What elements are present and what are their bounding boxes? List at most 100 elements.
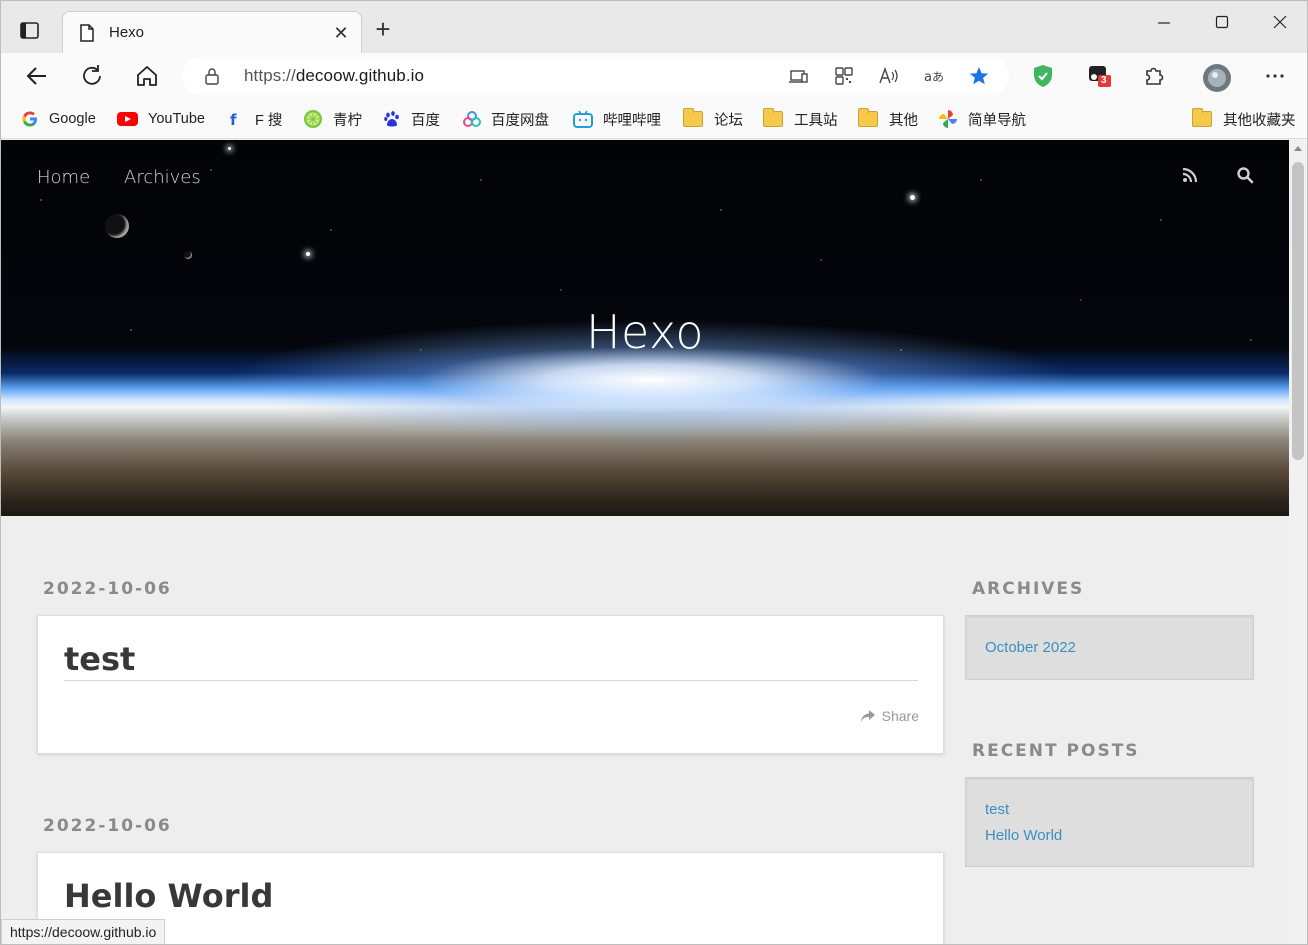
folder-icon: [858, 108, 878, 127]
site-title[interactable]: Hexo: [1, 305, 1289, 359]
folder-icon: [1192, 108, 1212, 127]
nav-home[interactable]: Home: [37, 167, 90, 188]
tab-title: Hexo: [109, 24, 145, 41]
bookmark-bilibili[interactable]: 哔哩哔哩: [573, 108, 661, 130]
extensions-puzzle-icon[interactable]: [1141, 63, 1167, 89]
bookmark-folder-other-favorites[interactable]: 其他收藏夹: [1192, 108, 1296, 130]
qr-code-icon[interactable]: [833, 66, 855, 86]
page-icon: [79, 24, 95, 42]
favorite-star-icon[interactable]: [968, 66, 990, 86]
tab-hexo[interactable]: Hexo ✕: [62, 11, 362, 53]
status-bar-url: https://decoow.github.io: [1, 919, 166, 944]
post-card: Hello World: [37, 852, 944, 944]
share-label: Share: [881, 708, 919, 724]
youtube-icon: [117, 112, 138, 126]
refresh-icon[interactable]: [78, 62, 106, 90]
adguard-shield-icon[interactable]: [1030, 63, 1056, 89]
google-icon: [22, 111, 37, 127]
read-aloud-icon[interactable]: [878, 66, 900, 86]
bookmark-baidu[interactable]: 百度: [383, 108, 440, 130]
bookmark-fsou[interactable]: f F 搜: [227, 108, 282, 130]
bookmark-label: 百度网盘: [491, 112, 549, 129]
archive-link[interactable]: October 2022: [985, 635, 1234, 661]
svg-text:f: f: [230, 111, 237, 128]
bookmark-label: 工具站: [794, 112, 838, 129]
folder-icon: [683, 108, 703, 127]
address-bar[interactable]: https://decoow.github.io aあ: [182, 57, 1009, 95]
pinwheel-icon: [939, 110, 957, 128]
close-window-button[interactable]: [1265, 15, 1295, 39]
post-date[interactable]: 2022-10-06: [43, 816, 172, 836]
archives-heading: ARCHIVES: [972, 579, 1085, 599]
home-icon[interactable]: [133, 62, 161, 90]
bookmark-label: YouTube: [148, 111, 205, 127]
more-menu-icon[interactable]: [1262, 63, 1288, 89]
nav-archives[interactable]: Archives: [124, 167, 201, 188]
recent-posts-heading: RECENT POSTS: [972, 741, 1140, 761]
extension-badge-icon[interactable]: 3: [1086, 63, 1112, 89]
page-viewport: Home Archives Hexo 2022-10-06 test Share…: [1, 140, 1289, 944]
folder-icon: [763, 108, 783, 127]
bookmark-folder-other[interactable]: 其他: [858, 108, 918, 130]
planet: [105, 214, 129, 238]
post-title[interactable]: Hello World: [64, 877, 273, 915]
bookmark-label: 论坛: [714, 112, 743, 129]
baidu-netdisk-icon: [463, 111, 481, 127]
bookmark-youtube[interactable]: YouTube: [117, 108, 205, 130]
post-date[interactable]: 2022-10-06: [43, 579, 172, 599]
minimize-button[interactable]: [1149, 15, 1179, 39]
bookmark-label: 青柠: [333, 112, 362, 129]
post-title[interactable]: test: [64, 640, 135, 678]
scrollbar-thumb[interactable]: [1292, 162, 1304, 460]
star: [306, 252, 310, 256]
bookmark-folder-tools[interactable]: 工具站: [763, 108, 838, 130]
search-icon[interactable]: [1236, 166, 1254, 184]
bookmark-label: 其他: [889, 112, 918, 129]
baidu-icon: [384, 111, 399, 127]
hero-banner: Home Archives Hexo: [1, 140, 1289, 516]
post-card: test Share: [37, 615, 944, 754]
back-icon[interactable]: [23, 62, 51, 90]
bookmark-label: 哔哩哔哩: [603, 112, 661, 129]
star: [910, 195, 915, 200]
bilibili-icon: [573, 110, 593, 128]
app-available-icon[interactable]: [788, 66, 810, 86]
bookmark-folder-forum[interactable]: 论坛: [683, 108, 743, 130]
svg-text:あ: あ: [932, 70, 944, 84]
bookmark-baidu-netdisk[interactable]: 百度网盘: [463, 108, 549, 130]
share-icon: [860, 710, 875, 722]
new-tab-button[interactable]: +: [371, 16, 395, 42]
toolbar: https://decoow.github.io aあ 3: [1, 53, 1307, 99]
lock-icon[interactable]: [204, 67, 220, 85]
scroll-up-arrow-icon[interactable]: [1294, 146, 1302, 151]
close-tab-icon[interactable]: ✕: [331, 23, 351, 43]
tab-actions-icon[interactable]: [19, 20, 41, 42]
profile-avatar[interactable]: [1202, 63, 1231, 92]
star: [228, 147, 231, 150]
browser-window: Hexo ✕ + https://decoow.github.io a あ 3 …: [0, 0, 1308, 945]
lime-icon: [304, 110, 322, 128]
planet-small: [184, 251, 192, 259]
vertical-scrollbar[interactable]: [1289, 140, 1307, 944]
bookmark-qingning[interactable]: 青柠: [303, 108, 362, 130]
tab-strip: Hexo ✕ +: [1, 1, 1307, 53]
url-text[interactable]: https://decoow.github.io: [244, 66, 424, 86]
recent-post-link[interactable]: test: [985, 797, 1234, 823]
recent-post-link[interactable]: Hello World: [985, 823, 1234, 849]
divider: [64, 680, 918, 681]
bookmark-label: Google: [49, 111, 96, 127]
share-button[interactable]: Share: [860, 708, 919, 724]
bookmarks-bar: Google YouTube f F 搜 青柠 百度 百度网盘 哔哩哔哩 论坛: [1, 99, 1307, 139]
archives-widget: October 2022: [965, 615, 1254, 680]
bookmark-label: 简单导航: [968, 112, 1026, 129]
extension-badge-count: 3: [1101, 75, 1107, 86]
maximize-button[interactable]: [1207, 15, 1237, 39]
rss-icon[interactable]: [1181, 166, 1199, 184]
fsou-icon: f: [230, 111, 237, 128]
svg-text:a: a: [924, 70, 932, 85]
translate-icon[interactable]: aあ: [923, 66, 945, 86]
recent-posts-widget: test Hello World: [965, 777, 1254, 867]
bookmark-simple-nav[interactable]: 简单导航: [938, 108, 1026, 130]
bookmark-label: F 搜: [255, 112, 283, 129]
bookmark-google[interactable]: Google: [21, 108, 96, 130]
